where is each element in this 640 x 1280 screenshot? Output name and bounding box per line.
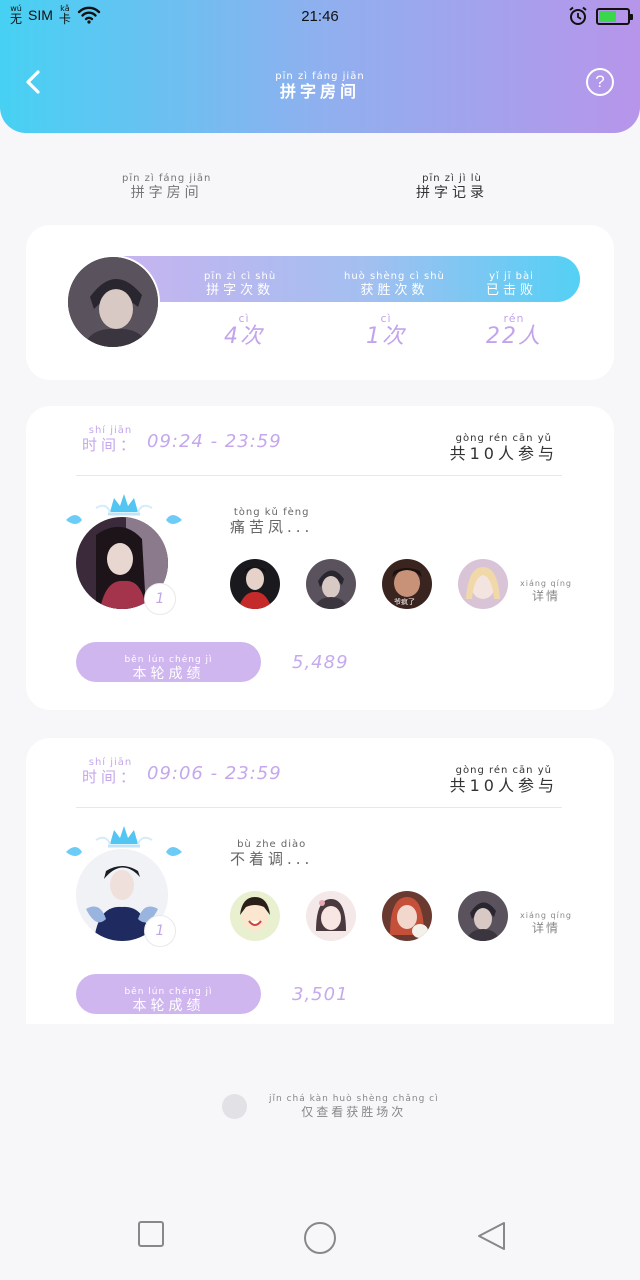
player-avatar[interactable] bbox=[458, 891, 508, 941]
match-participants: gòng rén cān yǔ 共10人参与 bbox=[449, 765, 558, 795]
stats-card: pīn zì cì shù 拼字次数 huò shèng cì shù 获胜次数 y… bbox=[26, 225, 614, 380]
back-nav-button[interactable] bbox=[476, 1220, 506, 1256]
match-participants: gòng rén cān yǔ 共10人参与 bbox=[449, 433, 558, 463]
page-title: pīn zì fáng jiān 拼字房间 bbox=[275, 71, 365, 101]
score-value: 5,489 bbox=[292, 652, 349, 673]
score-button[interactable]: běn lún chéng jì 本轮成绩 bbox=[76, 974, 261, 1014]
wins-only-toggle[interactable]: jǐn chá kàn huò shèng chǎng cì 仅查看获胜场次 bbox=[222, 1094, 439, 1119]
divider bbox=[76, 807, 562, 808]
player-avatar[interactable] bbox=[306, 559, 356, 609]
clock: 21:46 bbox=[301, 8, 339, 25]
stat-label-wins: huò shèng cì shù 获胜次数 bbox=[344, 271, 445, 298]
avatar bbox=[66, 255, 160, 349]
home-button[interactable] bbox=[303, 1221, 337, 1259]
radio-circle-icon[interactable] bbox=[222, 1094, 247, 1119]
score-button[interactable]: běn lún chéng jì 本轮成绩 bbox=[76, 642, 261, 682]
avatar-image bbox=[68, 257, 158, 347]
system-nav-bar bbox=[0, 1190, 640, 1280]
stat-label-defeated: yǐ jī bài 已击败 bbox=[486, 271, 538, 298]
stat-label-plays: pīn zì cì shù 拼字次数 bbox=[204, 271, 277, 298]
rank-badge: 1 bbox=[144, 583, 176, 615]
detail-link[interactable]: xiáng qíng 详情 bbox=[520, 903, 572, 935]
match-card: shí jiān 时间： 09:24 - 23:59 gòng rén cān y… bbox=[26, 406, 614, 710]
player-list bbox=[230, 891, 508, 941]
status-right bbox=[568, 6, 633, 26]
help-icon: ? bbox=[595, 72, 605, 91]
battery-icon bbox=[596, 7, 633, 25]
stat-value-plays: cì 4次 bbox=[224, 312, 264, 349]
help-button[interactable]: ? bbox=[586, 68, 614, 96]
circle-icon bbox=[304, 1222, 336, 1254]
stat-value-wins: cì 1次 bbox=[366, 312, 406, 349]
wins-only-label: jǐn chá kàn huò shèng chǎng cì 仅查看获胜场次 bbox=[269, 1094, 439, 1119]
song-title: tòng kǔ fèng 痛苦凤... bbox=[230, 507, 314, 536]
square-icon bbox=[138, 1221, 164, 1247]
divider bbox=[76, 475, 562, 476]
player-avatar[interactable]: 爷疯了 bbox=[382, 559, 432, 609]
tab-room[interactable]: pīn zì fáng jiān 拼字房间 bbox=[122, 166, 211, 201]
player-avatar[interactable] bbox=[230, 559, 280, 609]
stat-value-defeated: rén 22人 bbox=[486, 312, 542, 349]
player-avatar[interactable] bbox=[382, 891, 432, 941]
detail-link[interactable]: xiáng qíng 详情 bbox=[520, 571, 572, 603]
tab-record[interactable]: pīn zì jì lù 拼字记录 bbox=[416, 166, 488, 201]
player-avatar[interactable] bbox=[458, 559, 508, 609]
recent-apps-button[interactable] bbox=[137, 1220, 165, 1252]
song-title: bù zhe diào 不着调... bbox=[230, 839, 314, 868]
rank-badge: 1 bbox=[144, 915, 176, 947]
header: wú 无 SIM kǎ 卡 21:46 pīn zì fáng jiān 拼字房… bbox=[0, 0, 640, 133]
match-time: shí jiān 时间： 09:06 - 23:59 bbox=[82, 757, 282, 786]
match-time: shí jiān 时间： 09:24 - 23:59 bbox=[82, 425, 282, 454]
score-value: 3,501 bbox=[292, 984, 349, 1005]
player-list: 爷疯了 bbox=[230, 559, 508, 609]
battery-fill bbox=[599, 10, 616, 22]
alarm-icon bbox=[569, 6, 587, 25]
player-avatar[interactable] bbox=[230, 891, 280, 941]
status-bar: wú 无 SIM kǎ 卡 21:46 bbox=[0, 0, 640, 34]
match-card: shí jiān 时间： 09:06 - 23:59 gòng rén cān y… bbox=[26, 738, 614, 1024]
player-caption: 爷疯了 bbox=[394, 598, 415, 606]
triangle-back-icon bbox=[478, 1222, 505, 1250]
player-avatar[interactable] bbox=[306, 891, 356, 941]
